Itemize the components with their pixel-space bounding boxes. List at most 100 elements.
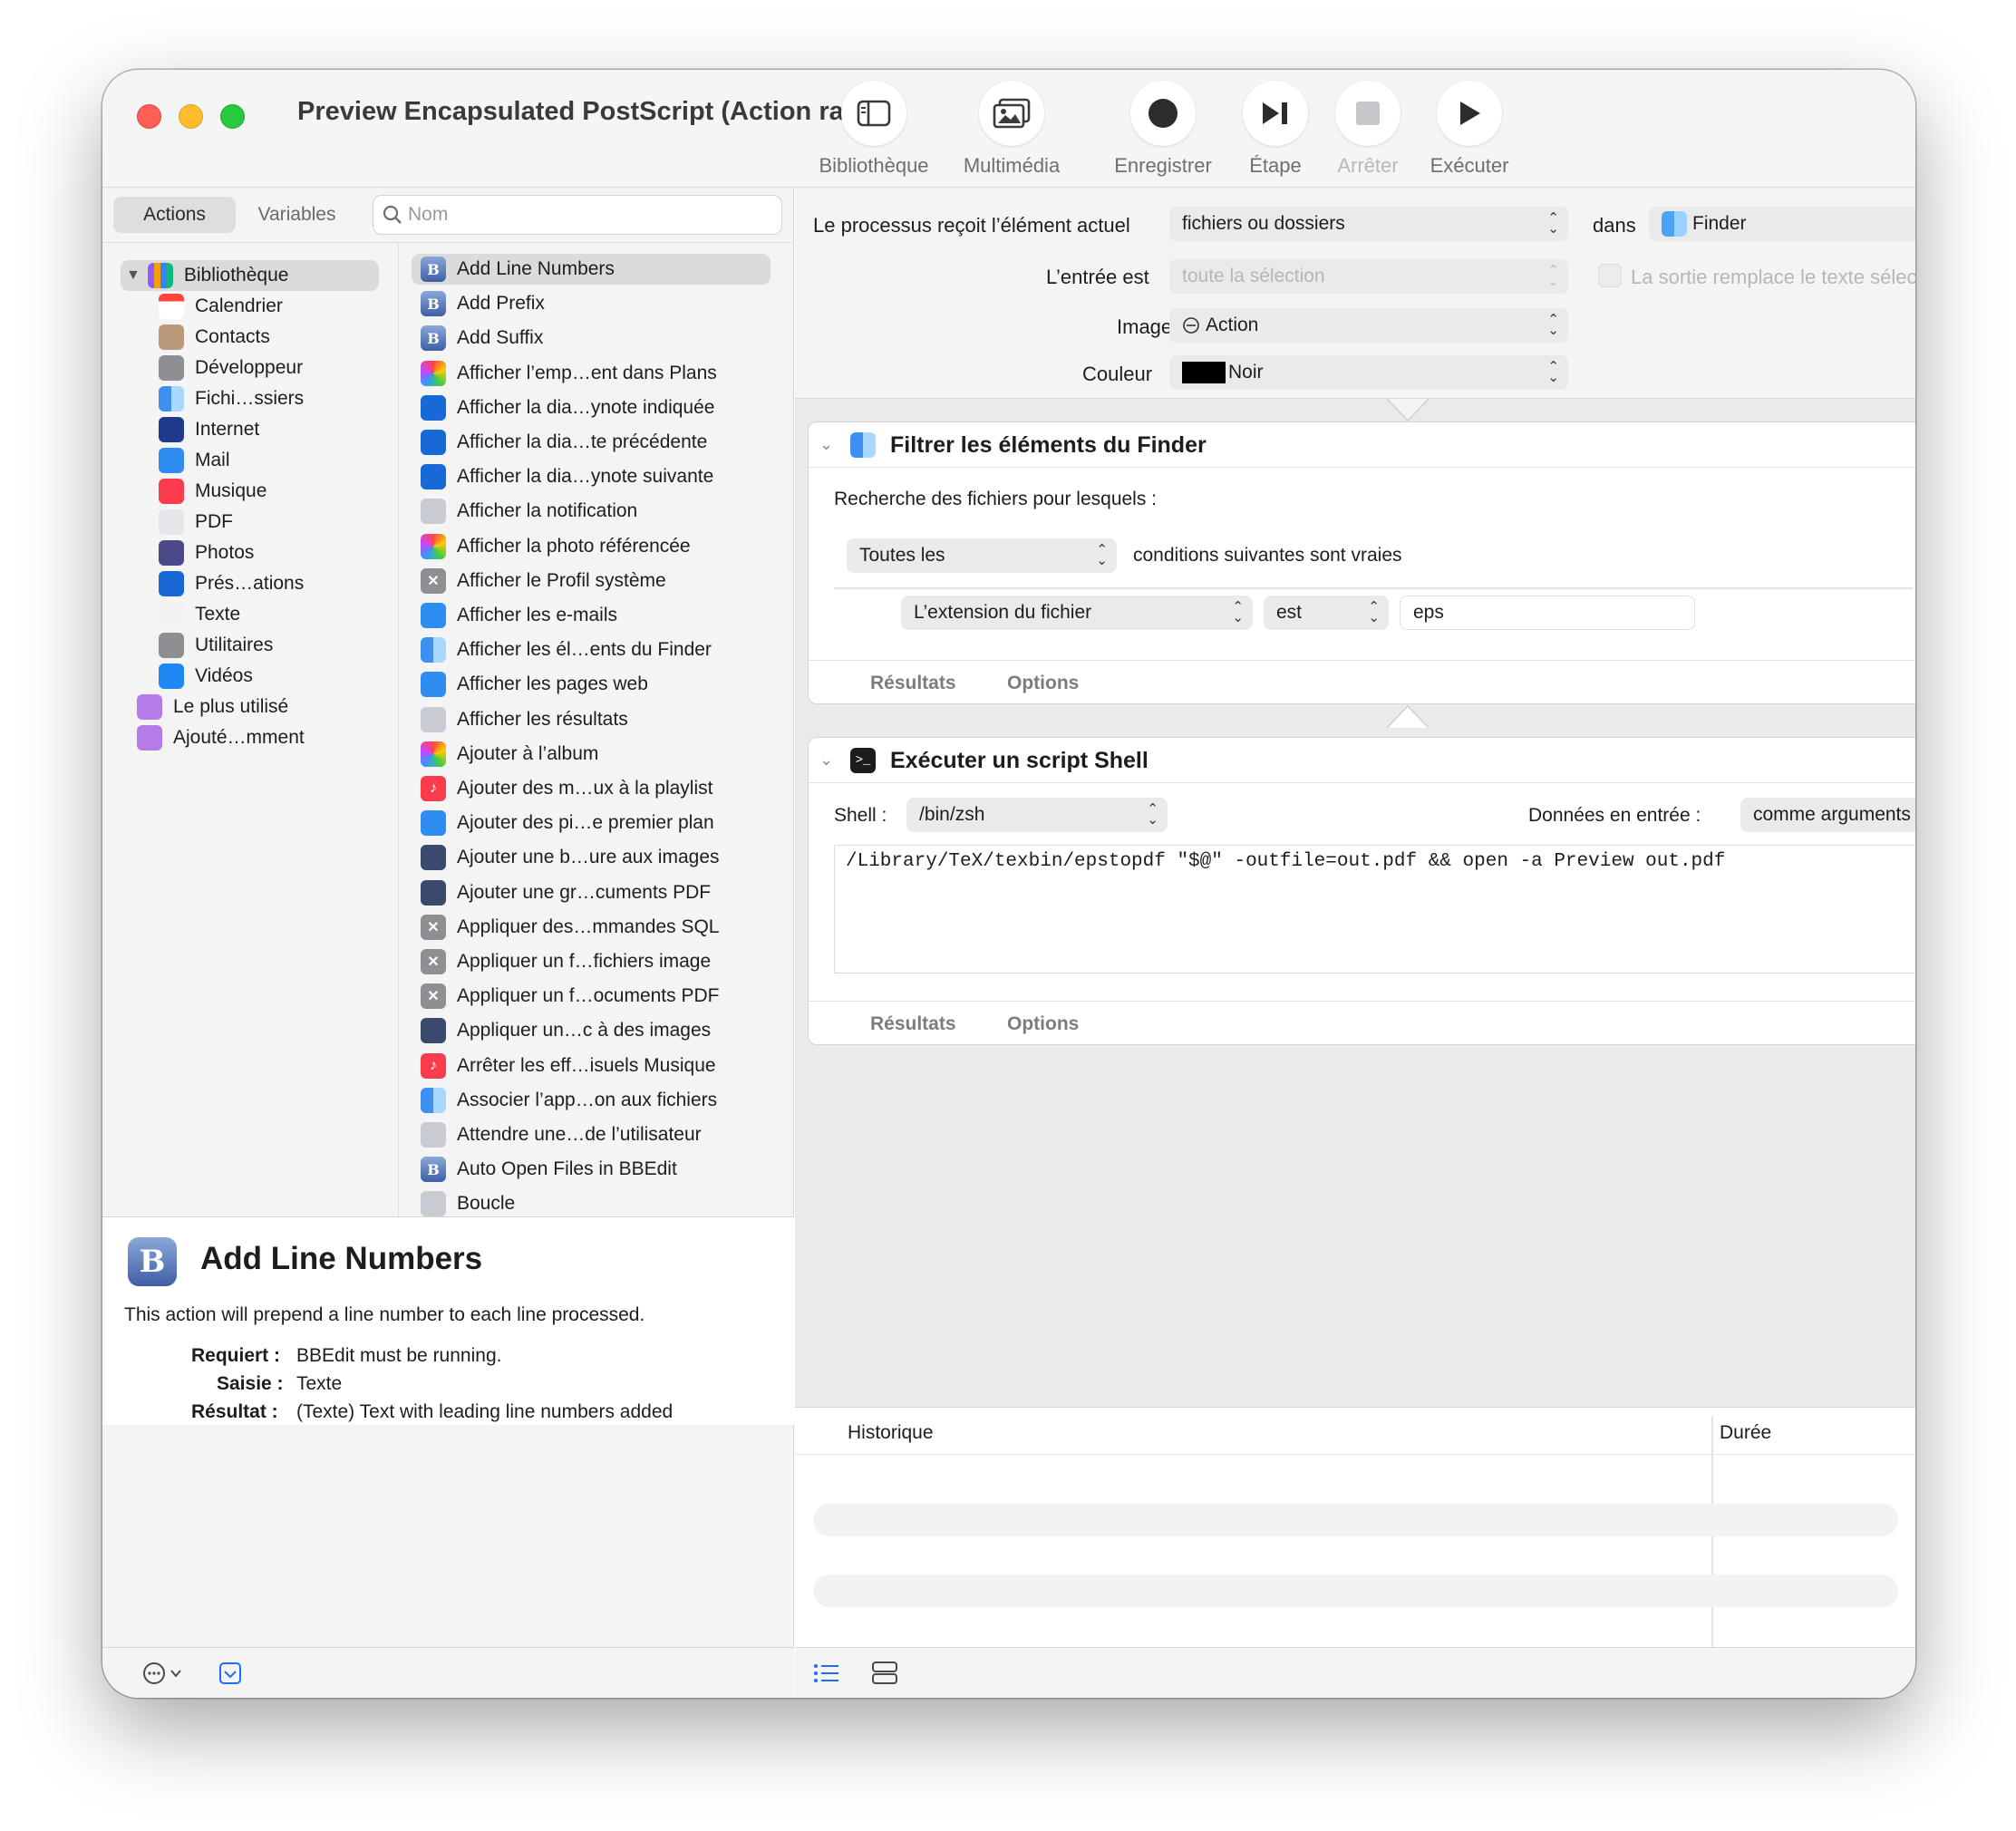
action-list-item[interactable]: Ajouter une b…ure aux images [412, 842, 720, 873]
finder-icon [1662, 211, 1687, 237]
action-list-item[interactable]: B Auto Open Files in BBEdit [412, 1154, 677, 1185]
sidebar-item-0[interactable]: Calendrier [159, 291, 283, 322]
sidebar-item-2[interactable]: Développeur [159, 353, 303, 383]
action-list-item[interactable]: ✕ Appliquer un f…fichiers image [412, 946, 711, 977]
mail-icon [421, 603, 446, 628]
action-list-item[interactable]: Afficher la dia…ynote suivante [412, 461, 713, 492]
color-popup[interactable]: Noir ⌃ ⌄ [1169, 355, 1568, 390]
sidebar-item-6[interactable]: Musique [159, 476, 267, 507]
extension-input[interactable]: eps [1400, 596, 1695, 630]
action-list-item[interactable]: Boucle [412, 1188, 515, 1216]
sidebar-item-4[interactable]: Internet [159, 414, 259, 445]
replace-checkbox[interactable] [1598, 264, 1622, 287]
action-list-item[interactable]: Associer l’app…on aux fichiers [412, 1085, 717, 1116]
list-view-icon[interactable] [813, 1661, 840, 1685]
action-list-item[interactable]: ✕ Appliquer un f…ocuments PDF [412, 981, 719, 1012]
action-list-item[interactable]: ♪ Ajouter des m…ux à la playlist [412, 773, 712, 804]
sidebar-item-7[interactable]: PDF [159, 507, 233, 538]
popup-chevrons-icon: ⌃ ⌄ [1547, 359, 1559, 385]
run-toolbar-label: Exécuter [1430, 154, 1509, 177]
receives-popup[interactable]: fichiers ou dossiers ⌃ ⌄ [1169, 207, 1568, 241]
action-list-item[interactable]: Ajouter des pi…e premier plan [412, 808, 714, 838]
duration-column[interactable]: Durée [1720, 1422, 1771, 1444]
action-list-item[interactable]: B Add Prefix [412, 288, 545, 319]
filter-options-tab[interactable]: Options [1007, 673, 1079, 694]
keynote-icon [421, 464, 446, 490]
sidebar-item-5[interactable]: Mail [159, 445, 230, 476]
minimize-button[interactable] [179, 104, 203, 129]
match-suffix: conditions suivantes sont vraies [1133, 545, 1402, 566]
library-root[interactable]: ▼ Bibliothèque [121, 260, 379, 291]
library-toolbar-button[interactable]: Bibliothèque [801, 81, 946, 188]
action-list-item[interactable]: Afficher les pages web [412, 669, 648, 700]
result-value: (Texte) Text with leading line numbers a… [296, 1401, 674, 1422]
shell-results-tab[interactable]: Résultats [870, 1013, 956, 1035]
action-list-item[interactable]: Ajouter à l’album [412, 739, 598, 770]
action-list-item[interactable]: Afficher l’emp…ent dans Plans [412, 358, 717, 389]
sidebar-item-label: Texte [195, 604, 241, 625]
action-list-item[interactable]: ♪ Arrêter les eff…isuels Musique [412, 1051, 716, 1081]
input-is-popup[interactable]: toute la sélection ⌃ ⌄ [1169, 259, 1568, 294]
close-button[interactable] [137, 104, 161, 129]
shell-popup[interactable]: /bin/zsh ⌃ ⌄ [906, 798, 1168, 832]
action-list-item[interactable]: Attendre une…de l’utilisateur [412, 1119, 702, 1150]
action-list-item[interactable]: Ajouter une gr…cuments PDF [412, 877, 711, 908]
action-list-item[interactable]: Afficher les résultats [412, 704, 628, 735]
application-popup[interactable]: Finder [1649, 207, 1915, 241]
criterion-popup[interactable]: L’extension du fichier ⌃ ⌄ [901, 596, 1253, 630]
pass-input-popup[interactable]: comme arguments [1740, 798, 1915, 832]
sidebar-item-3[interactable]: Fichi…ssiers [159, 383, 304, 414]
preview-icon [421, 879, 446, 906]
history-column[interactable]: Historique [848, 1422, 934, 1444]
shell-options-tab[interactable]: Options [1007, 1013, 1079, 1035]
media-toolbar-button[interactable]: Multimédia [939, 81, 1084, 188]
sidebar-item-label: Internet [195, 419, 260, 440]
action-list-item[interactable]: Afficher la dia…te précédente [412, 427, 707, 458]
zoom-button[interactable] [220, 104, 245, 129]
description-toggle-icon[interactable] [218, 1661, 242, 1685]
sidebar-item-11[interactable]: Utilitaires [159, 630, 273, 661]
image-popup[interactable]: Action ⌃ ⌄ [1169, 308, 1568, 343]
action-list-item[interactable]: Appliquer un…c à des images [412, 1015, 711, 1046]
automator-icon [421, 706, 446, 732]
run-toolbar-button[interactable]: Exécuter [1397, 81, 1542, 188]
operator-popup[interactable]: est ⌃ ⌄ [1264, 596, 1389, 630]
smart-folder-item[interactable]: Ajouté…mment [137, 722, 305, 753]
replace-label: La sortie remplace le texte sélectionné [1631, 266, 1915, 288]
match-popup[interactable]: Toutes les ⌃ ⌄ [847, 538, 1117, 573]
disclosure-open-icon[interactable]: ▼ [126, 267, 141, 284]
search-field[interactable] [373, 195, 782, 235]
criterion-value: L’extension du fichier [914, 602, 1092, 623]
sidebar-item-9[interactable]: Prés…ations [159, 568, 304, 599]
sidebar-item-8[interactable]: Photos [159, 538, 254, 568]
workflow-settings: Le processus reçoit l’élément actuel fic… [795, 188, 1915, 399]
action-list-item[interactable]: ✕ Appliquer des…mmandes SQL [412, 912, 719, 943]
sidebar-item-10[interactable]: Texte [159, 599, 240, 630]
tab-actions[interactable]: Actions [113, 197, 236, 233]
collapse-chevron-icon[interactable]: ⌄ [819, 435, 833, 454]
action-list-item[interactable]: Afficher la notification [412, 496, 637, 527]
collapse-chevron-icon[interactable]: ⌄ [819, 751, 833, 770]
automator-icon [421, 1191, 446, 1216]
action-list-item[interactable]: Afficher la dia…ynote indiquée [412, 392, 714, 423]
action-list-item[interactable]: B Add Line Numbers [412, 254, 771, 285]
action-list-item[interactable]: B Add Suffix [412, 323, 543, 354]
keynote-icon [421, 394, 446, 421]
script-editor[interactable]: /Library/TeX/texbin/epstopdf "$@" -outfi… [834, 845, 1915, 974]
action-list-item[interactable]: Afficher la photo référencée [412, 531, 691, 562]
sidebar-item-1[interactable]: Contacts [159, 322, 270, 353]
search-input[interactable] [408, 204, 752, 226]
action-menu-icon[interactable] [142, 1661, 184, 1686]
tab-variables[interactable]: Variables [236, 197, 358, 233]
split-view-icon[interactable] [871, 1661, 898, 1686]
action-list-item[interactable]: Afficher les él…ents du Finder [412, 635, 712, 665]
sidebar-item-12[interactable]: Vidéos [159, 661, 253, 692]
smart-folder-item[interactable]: Le plus utilisé [137, 692, 288, 722]
action-list-item[interactable]: ✕ Afficher le Profil système [412, 566, 666, 596]
action-list-item[interactable]: Afficher les e-mails [412, 600, 617, 631]
sidebar-item-label: Photos [195, 542, 255, 563]
library-toolbar-label: Bibliothèque [819, 154, 929, 177]
filter-results-tab[interactable]: Résultats [870, 673, 956, 694]
automator-window: Preview Encapsulated PostScript (Action … [102, 70, 1915, 1698]
mail-icon [159, 448, 184, 473]
